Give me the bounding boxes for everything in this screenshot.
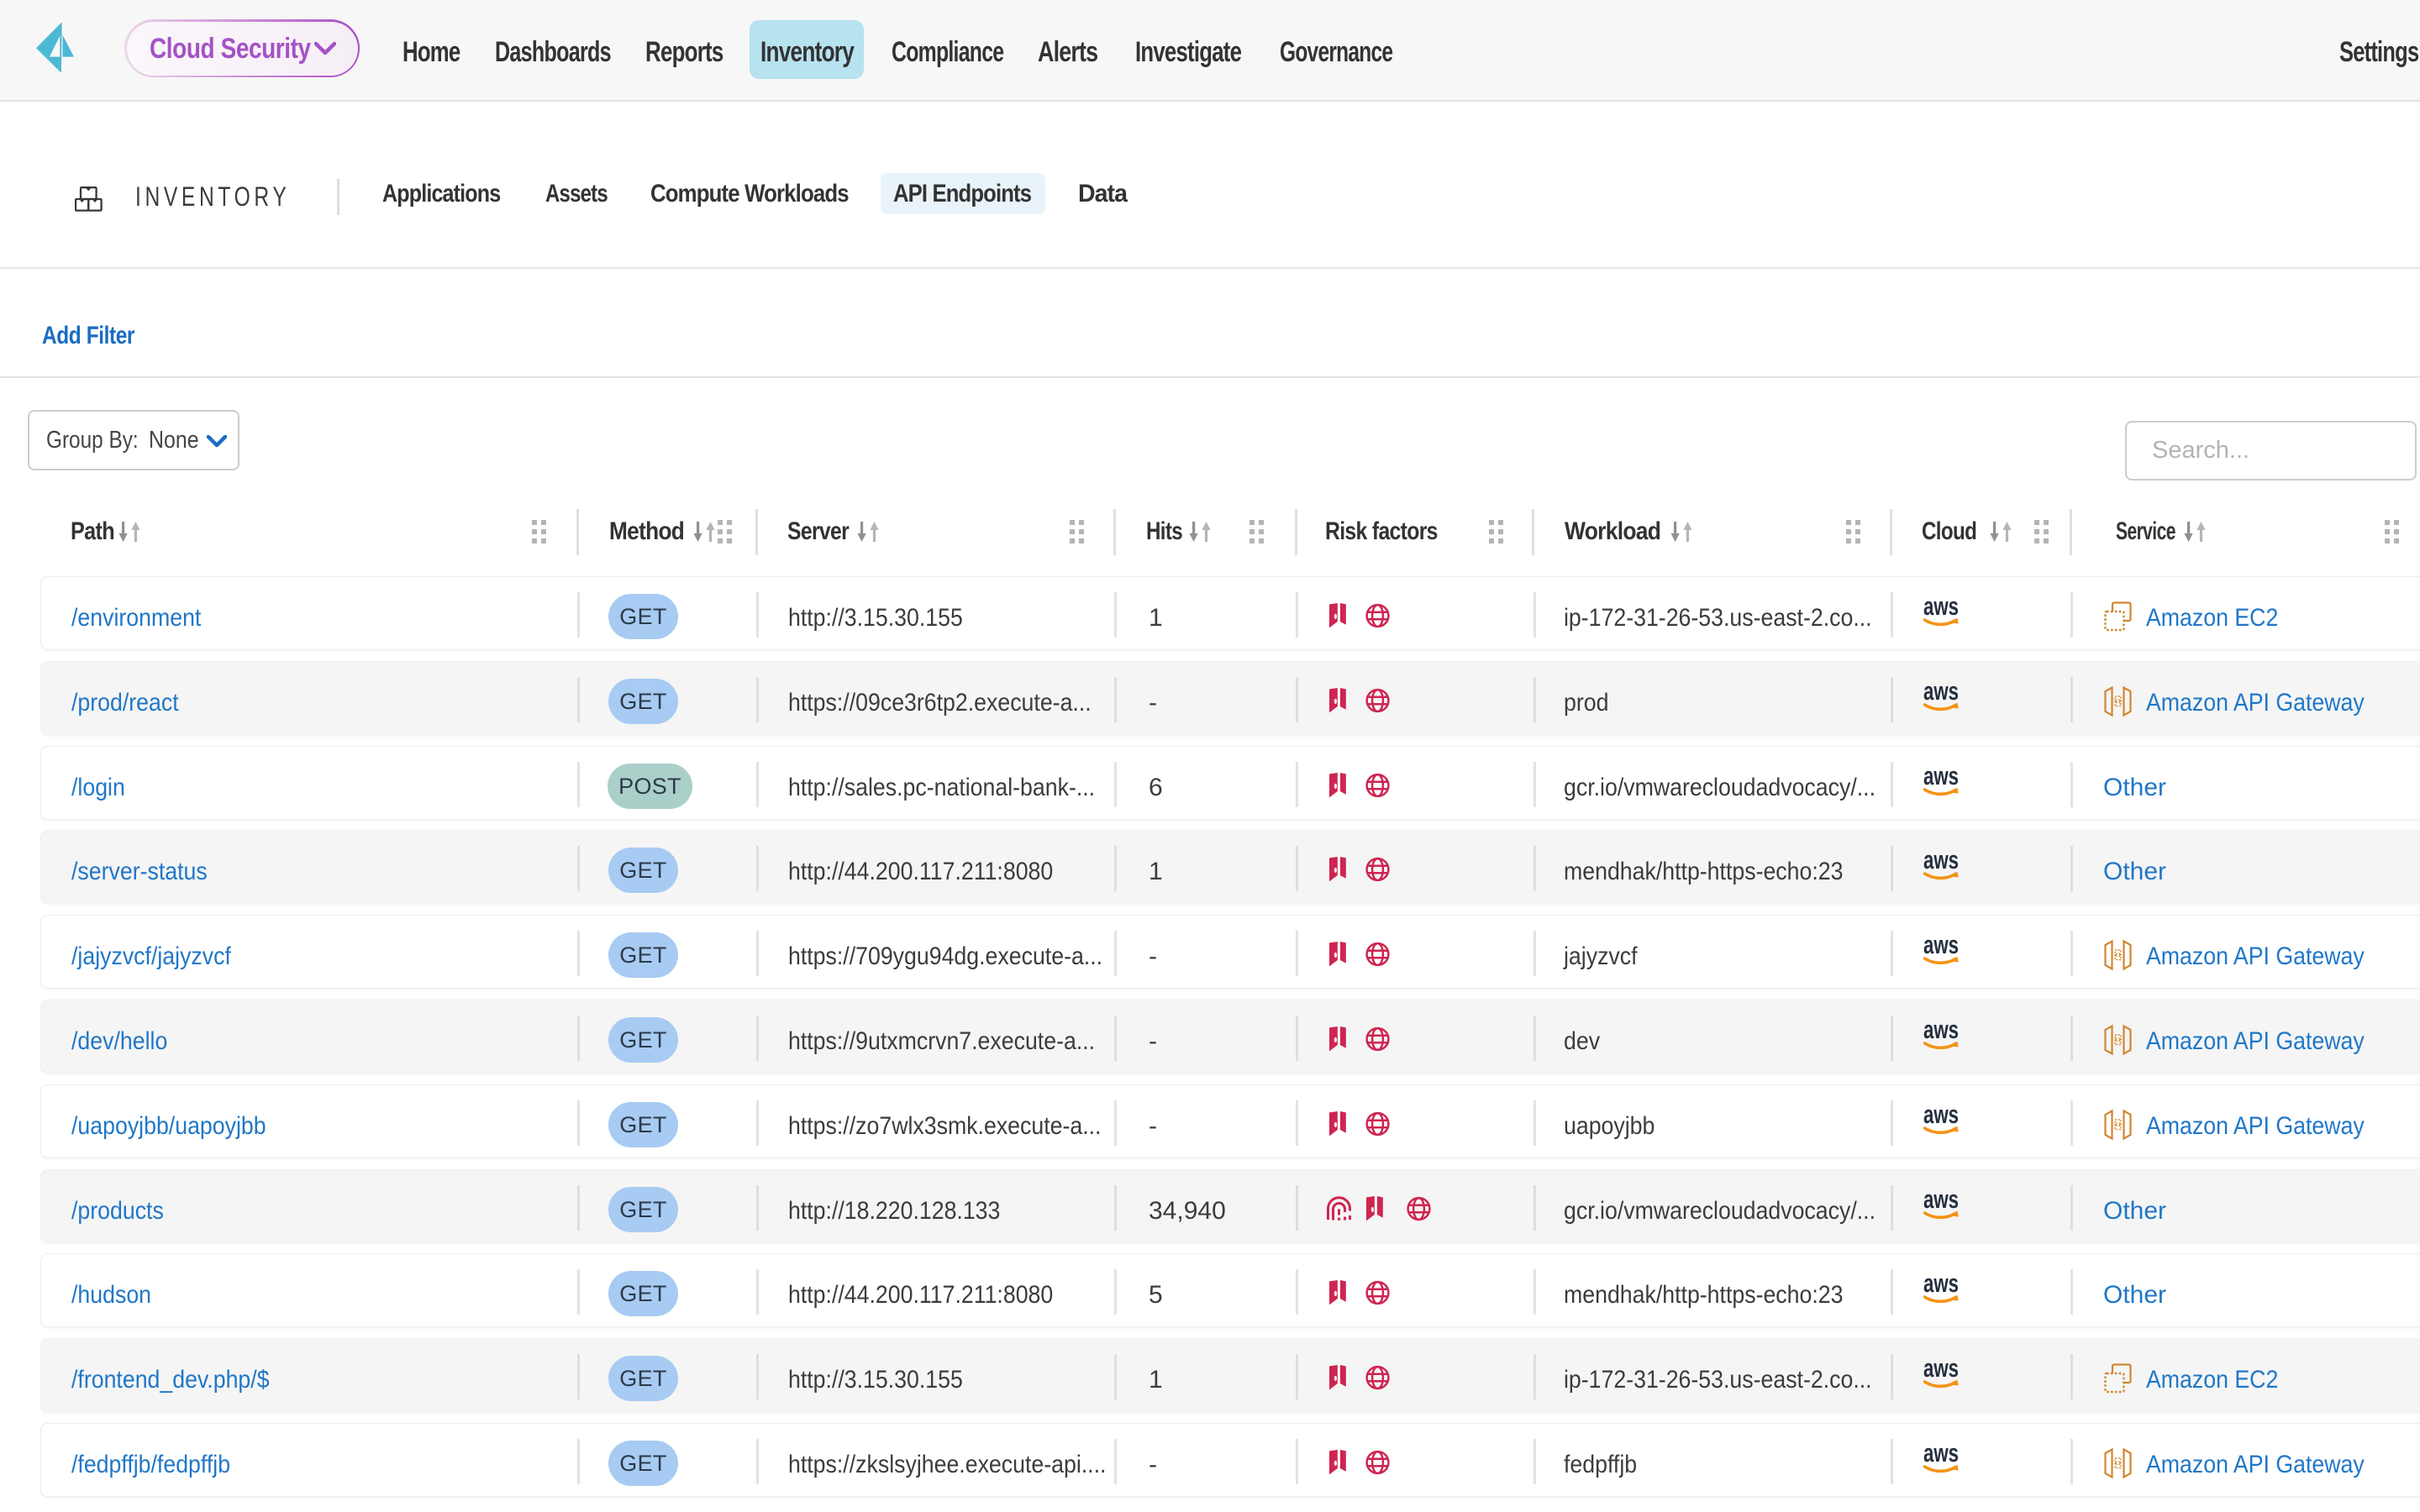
svg-text:aws: aws <box>1923 1446 1959 1468</box>
svg-text:aws: aws <box>1923 600 1959 622</box>
svg-text:aws: aws <box>1923 1023 1959 1045</box>
svg-text:aws: aws <box>1923 938 1959 960</box>
svg-text:aws: aws <box>1923 769 1959 791</box>
svg-text:aws: aws <box>1923 685 1959 706</box>
svg-text:aws: aws <box>1923 853 1959 875</box>
svg-text:aws: aws <box>1923 1193 1959 1215</box>
svg-text:aws: aws <box>1923 1108 1959 1130</box>
svg-text:aws: aws <box>1923 1362 1959 1383</box>
svg-text:aws: aws <box>1923 1277 1959 1299</box>
